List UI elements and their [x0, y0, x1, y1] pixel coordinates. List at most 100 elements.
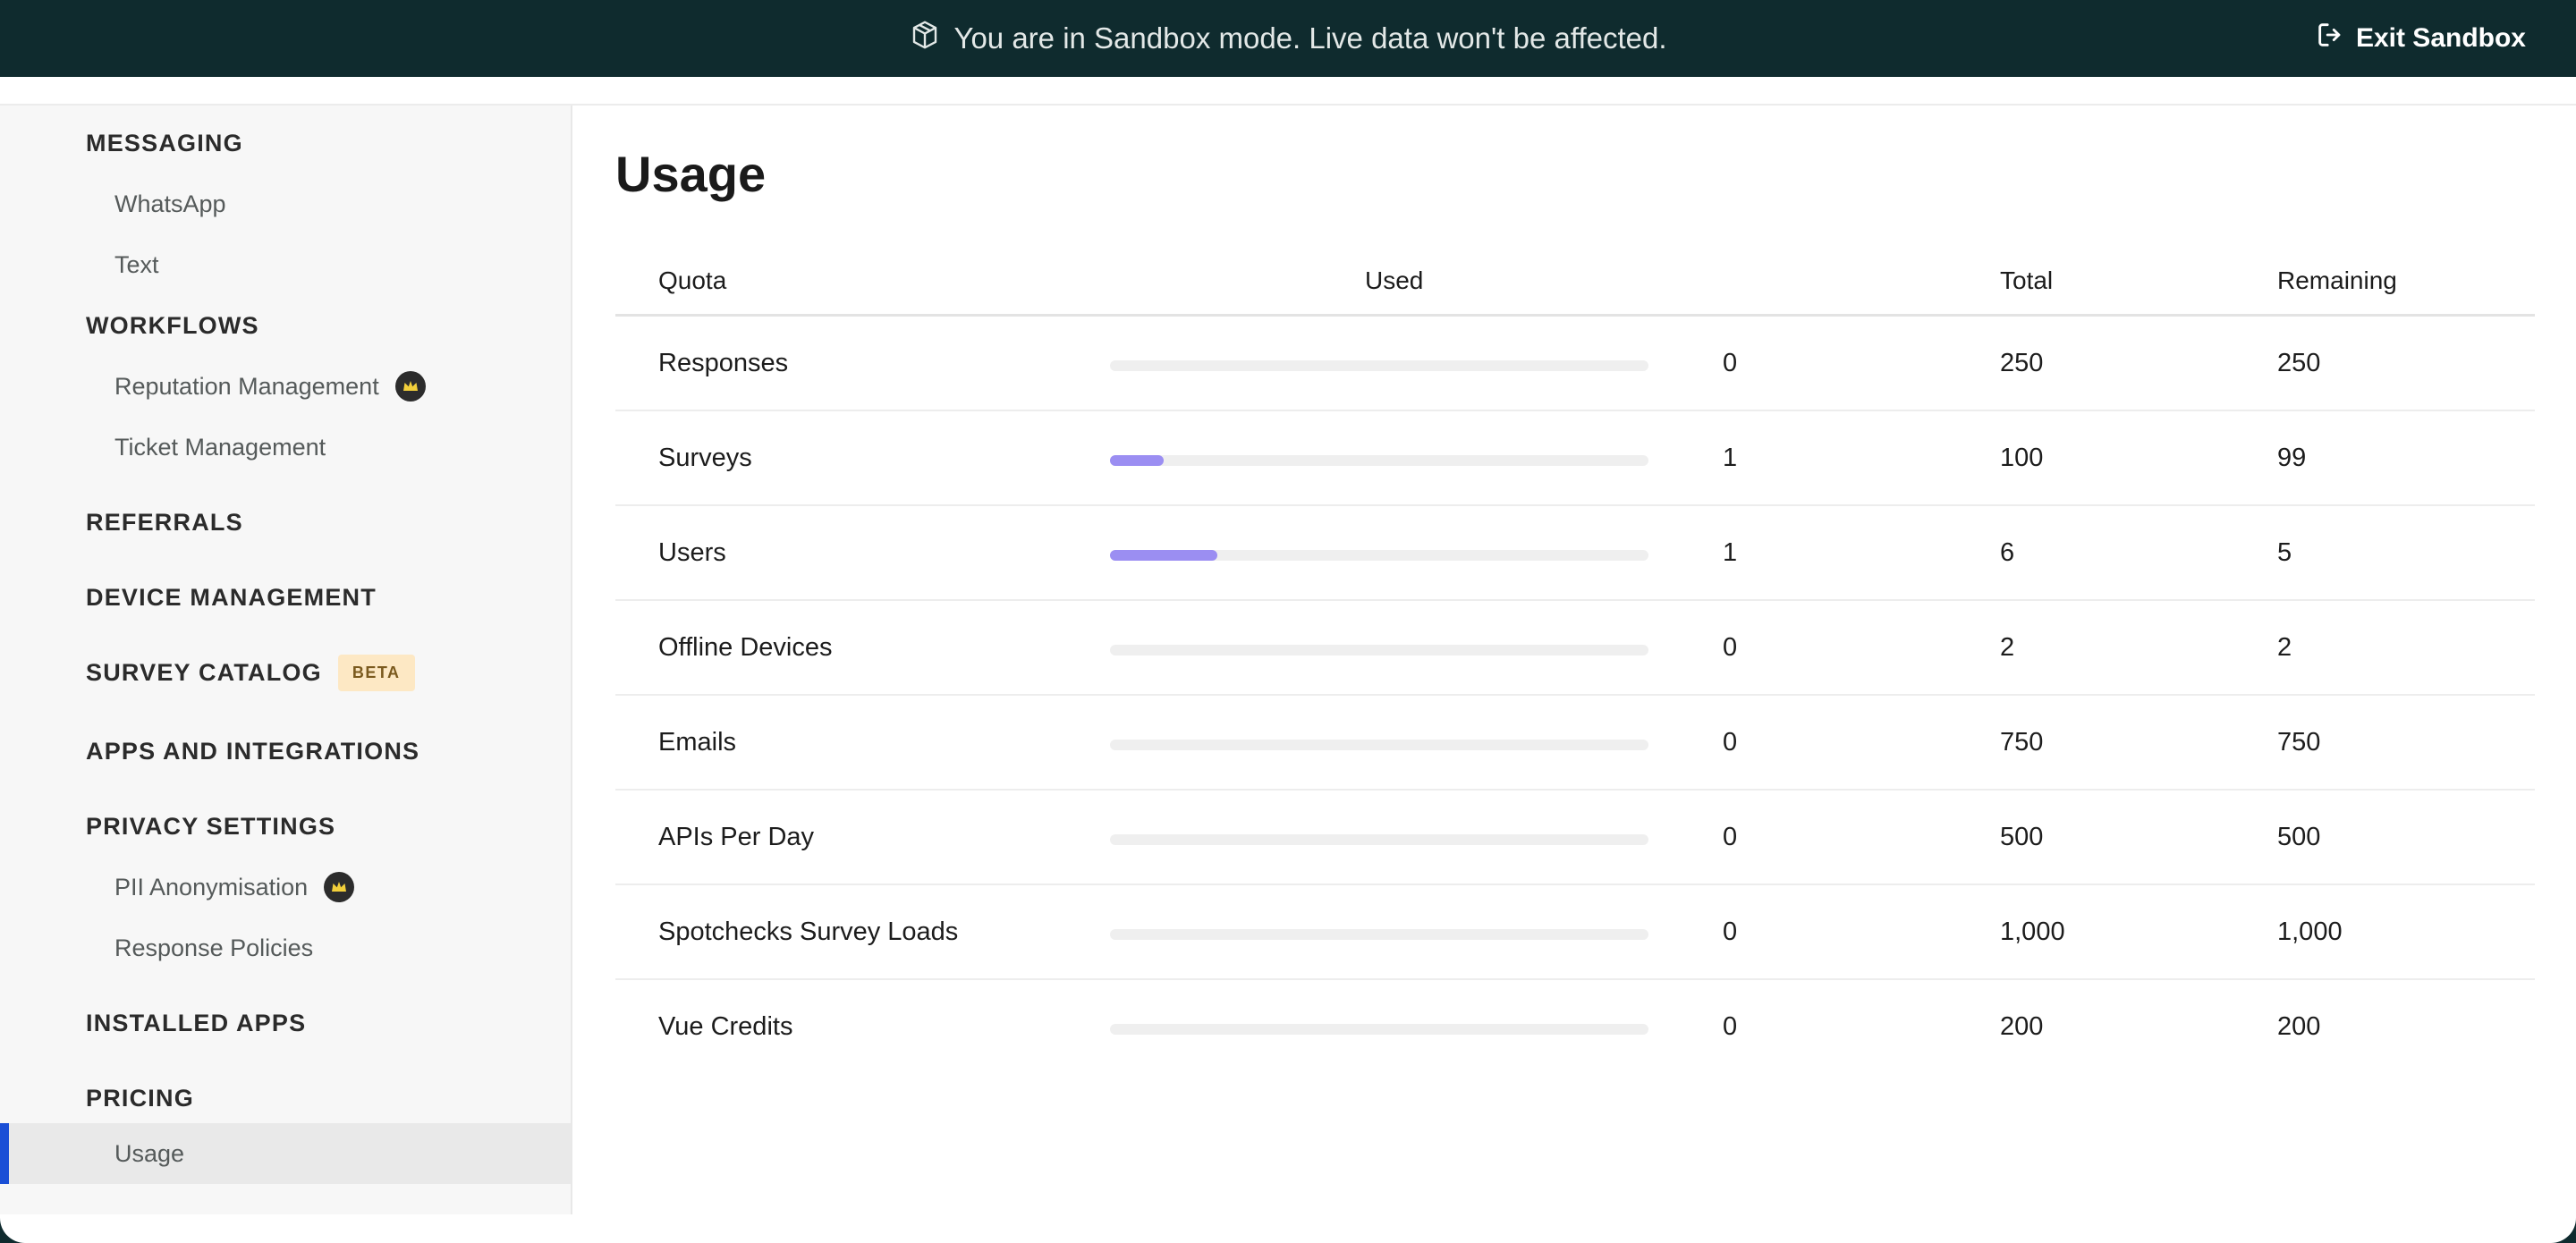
- quota-name: Responses: [658, 349, 789, 377]
- remaining-value: 2: [2277, 633, 2292, 662]
- sidebar-section-referrals[interactable]: REFERRALS: [0, 497, 571, 547]
- total-value: 200: [2000, 1012, 2044, 1041]
- sidebar-section-privacy-settings[interactable]: PRIVACY SETTINGS: [0, 801, 571, 851]
- sidebar-item-label: Text: [114, 250, 159, 278]
- sidebar-section-label: PRICING: [86, 1084, 194, 1112]
- sidebar-item-response-policies[interactable]: Response Policies: [0, 923, 571, 973]
- used-value: 1: [1723, 444, 1738, 472]
- sidebar-item-label: Reputation Management: [114, 372, 379, 400]
- table-body: Responses 0 250 250 Surveys 1 100 99 Users 1 6 5 Off…: [615, 317, 2535, 1075]
- total-value: 750: [2000, 728, 2044, 757]
- remaining-value: 750: [2277, 728, 2321, 757]
- total-value: 250: [2000, 349, 2044, 377]
- package-icon: [909, 19, 941, 58]
- usage-progress-bar: [1110, 1024, 1648, 1035]
- sandbox-banner: You are in Sandbox mode. Live data won't…: [0, 0, 2576, 77]
- sandbox-message: You are in Sandbox mode. Live data won't…: [909, 19, 1667, 58]
- sidebar-section-label: SURVEY CATALOG: [86, 658, 322, 686]
- crown-icon: [394, 371, 426, 402]
- sidebar-section-installed-apps[interactable]: INSTALLED APPS: [0, 998, 571, 1048]
- total-value: 2: [2000, 633, 2015, 662]
- quota-name: Spotchecks Survey Loads: [658, 917, 959, 946]
- table-row: Vue Credits 0 200 200: [615, 980, 2535, 1075]
- sidebar-section-device-management[interactable]: DEVICE MANAGEMENT: [0, 572, 571, 622]
- usage-progress-bar: [1110, 645, 1648, 655]
- usage-progress-fill: [1110, 550, 1218, 561]
- total-value: 6: [2000, 538, 2015, 567]
- sidebar-section-label: REFERRALS: [86, 508, 243, 536]
- column-header-quota: Quota: [658, 266, 727, 294]
- total-value: 500: [2000, 823, 2044, 851]
- sidebar-section-label: INSTALLED APPS: [86, 1009, 307, 1036]
- sidebar-section-label: WORKFLOWS: [86, 311, 259, 339]
- sidebar-section-label: PRIVACY SETTINGS: [86, 812, 336, 840]
- table-row: Spotchecks Survey Loads 0 1,000 1,000: [615, 885, 2535, 980]
- quota-name: Emails: [658, 728, 737, 757]
- sidebar-item-label: Response Policies: [114, 934, 314, 961]
- sidebar-section-pricing[interactable]: PRICING: [0, 1073, 571, 1123]
- used-value: 0: [1723, 823, 1738, 851]
- sidebar-item-whatsapp[interactable]: WhatsApp: [0, 179, 571, 229]
- sidebar-section-workflows[interactable]: WORKFLOWS: [0, 300, 571, 351]
- used-value: 0: [1723, 633, 1738, 662]
- table-header: Quota Used Total Remaining: [615, 240, 2535, 317]
- remaining-value: 200: [2277, 1012, 2321, 1041]
- usage-progress-fill: [1110, 455, 1165, 466]
- remaining-value: 250: [2277, 349, 2321, 377]
- sidebar-item-usage[interactable]: Usage: [0, 1123, 571, 1184]
- remaining-value: 1,000: [2277, 917, 2343, 946]
- exit-icon: [2315, 20, 2345, 57]
- usage-progress-bar: [1110, 550, 1648, 561]
- app-window: MESSAGING WhatsApp Text WORKFLOWS Reputa…: [0, 77, 2576, 1243]
- usage-progress-bar: [1110, 740, 1648, 750]
- total-value: 100: [2000, 444, 2044, 472]
- total-value: 1,000: [2000, 917, 2065, 946]
- column-header-used: Used: [1365, 266, 1424, 294]
- sidebar-item-label: Ticket Management: [114, 433, 326, 461]
- remaining-value: 500: [2277, 823, 2321, 851]
- sidebar-item-label: WhatsApp: [114, 190, 226, 217]
- quota-name: APIs Per Day: [658, 823, 815, 851]
- crown-icon: [324, 872, 355, 902]
- page-title: Usage: [615, 146, 767, 202]
- beta-badge: BETA: [337, 654, 415, 691]
- quota-name: Offline Devices: [658, 633, 833, 662]
- table-row: Emails 0 750 750: [615, 696, 2535, 791]
- table-row: APIs Per Day 0 500 500: [615, 791, 2535, 885]
- sidebar-item-pii-anonymisation[interactable]: PII Anonymisation: [0, 862, 571, 912]
- used-value: 0: [1723, 349, 1738, 377]
- sidebar-section-label: APPS AND INTEGRATIONS: [86, 737, 420, 765]
- usage-progress-bar: [1110, 360, 1648, 371]
- usage-progress-bar: [1110, 929, 1648, 940]
- used-value: 0: [1723, 728, 1738, 757]
- remaining-value: 99: [2277, 444, 2307, 472]
- sidebar-item-label: PII Anonymisation: [114, 873, 309, 901]
- quota-name: Surveys: [658, 444, 752, 472]
- quota-name: Vue Credits: [658, 1012, 793, 1041]
- table-row: Responses 0 250 250: [615, 317, 2535, 411]
- usage-progress-bar: [1110, 455, 1648, 466]
- usage-table: Quota Used Total Remaining Responses 0 250…: [615, 240, 2535, 1075]
- sandbox-message-text: You are in Sandbox mode. Live data won't…: [953, 21, 1667, 55]
- sidebar-section-messaging[interactable]: MESSAGING: [0, 118, 571, 168]
- sidebar-section-label: MESSAGING: [86, 129, 243, 156]
- sidebar-item-text[interactable]: Text: [0, 240, 571, 290]
- table-row: Offline Devices 0 2 2: [615, 601, 2535, 696]
- used-value: 1: [1723, 538, 1738, 567]
- table-row: Surveys 1 100 99: [615, 411, 2535, 506]
- exit-sandbox-label: Exit Sandbox: [2355, 23, 2526, 53]
- sidebar-item-reputation-management[interactable]: Reputation Management: [0, 361, 571, 411]
- quota-name: Users: [658, 538, 726, 567]
- column-header-total: Total: [2000, 266, 2054, 294]
- column-header-remaining: Remaining: [2277, 266, 2397, 294]
- remaining-value: 5: [2277, 538, 2292, 567]
- usage-progress-bar: [1110, 834, 1648, 845]
- sidebar-section-survey-catalog[interactable]: SURVEY CATALOG BETA: [0, 647, 571, 698]
- exit-sandbox-button[interactable]: Exit Sandbox: [2315, 20, 2526, 57]
- settings-sidebar: MESSAGING WhatsApp Text WORKFLOWS Reputa…: [0, 106, 572, 1214]
- sidebar-section-apps-and-integrations[interactable]: APPS AND INTEGRATIONS: [0, 726, 571, 776]
- used-value: 0: [1723, 917, 1738, 946]
- sidebar-item-ticket-management[interactable]: Ticket Management: [0, 422, 571, 472]
- table-row: Users 1 6 5: [615, 506, 2535, 601]
- used-value: 0: [1723, 1012, 1738, 1041]
